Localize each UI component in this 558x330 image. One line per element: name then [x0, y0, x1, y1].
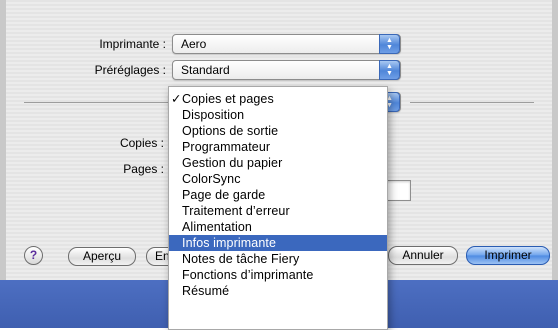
- menu-item-label: Alimentation: [182, 220, 252, 234]
- menu-item-label: Infos imprimante: [182, 236, 276, 250]
- preview-button[interactable]: Aperçu: [68, 247, 136, 266]
- menu-item-label: Copies et pages: [182, 92, 274, 106]
- menu-item-label: Résumé: [182, 284, 230, 298]
- separator-left: [24, 102, 170, 103]
- question-mark-icon: ?: [29, 248, 38, 262]
- menu-item[interactable]: Page de garde: [169, 187, 387, 203]
- menu-item[interactable]: Programmateur: [169, 139, 387, 155]
- separator-right: [410, 102, 534, 103]
- menu-item[interactable]: Résumé: [169, 283, 387, 299]
- up-down-arrows-icon: ▲ ▼: [379, 34, 400, 54]
- window-frame-left: [0, 0, 6, 280]
- copies-label: Copies :: [119, 136, 164, 150]
- menu-item-label: Options de sortie: [182, 124, 279, 138]
- checkmark-icon: ✓: [171, 92, 182, 106]
- print-dialog: Imprimante : Aero ▲ ▼ Préréglages : Stand…: [0, 0, 558, 330]
- print-button[interactable]: Imprimer: [466, 246, 550, 265]
- menu-item-label: Fonctions d’imprimante: [182, 268, 314, 282]
- menu-item-label: Disposition: [182, 108, 245, 122]
- menu-item[interactable]: Alimentation: [169, 219, 387, 235]
- menu-item[interactable]: Traitement d’erreur: [169, 203, 387, 219]
- cancel-button[interactable]: Annuler: [388, 246, 458, 265]
- help-button[interactable]: ?: [24, 246, 43, 265]
- presets-label: Préréglages :: [94, 63, 166, 77]
- printer-label: Imprimante :: [99, 37, 166, 51]
- menu-item[interactable]: Fonctions d’imprimante: [169, 267, 387, 283]
- menu-item[interactable]: Gestion du papier: [169, 155, 387, 171]
- presets-popup[interactable]: Standard ▲ ▼: [172, 60, 401, 80]
- menu-item-label: Traitement d’erreur: [182, 204, 290, 218]
- menu-item[interactable]: ColorSync: [169, 171, 387, 187]
- pane-dropdown-menu: ✓ Copies et pages Disposition Options de so…: [168, 86, 388, 330]
- presets-value: Standard: [181, 63, 230, 77]
- menu-item[interactable]: Infos imprimante: [169, 235, 387, 251]
- menu-item-label: ColorSync: [182, 172, 241, 186]
- window-frame-right: [552, 0, 558, 280]
- menu-item[interactable]: Options de sortie: [169, 123, 387, 139]
- up-down-arrows-icon: ▲ ▼: [379, 60, 400, 80]
- menu-item[interactable]: Notes de tâche Fiery: [169, 251, 387, 267]
- menu-item[interactable]: Disposition: [169, 107, 387, 123]
- menu-item-label: Notes de tâche Fiery: [182, 252, 300, 266]
- menu-item-label: Page de garde: [182, 188, 266, 202]
- page-range-to-field[interactable]: [385, 180, 411, 201]
- printer-popup[interactable]: Aero ▲ ▼: [172, 34, 401, 54]
- menu-item-label: Programmateur: [182, 140, 271, 154]
- menu-item-label: Gestion du papier: [182, 156, 283, 170]
- pages-label: Pages :: [123, 162, 164, 176]
- menu-item[interactable]: ✓ Copies et pages: [169, 91, 387, 107]
- printer-value: Aero: [181, 37, 207, 51]
